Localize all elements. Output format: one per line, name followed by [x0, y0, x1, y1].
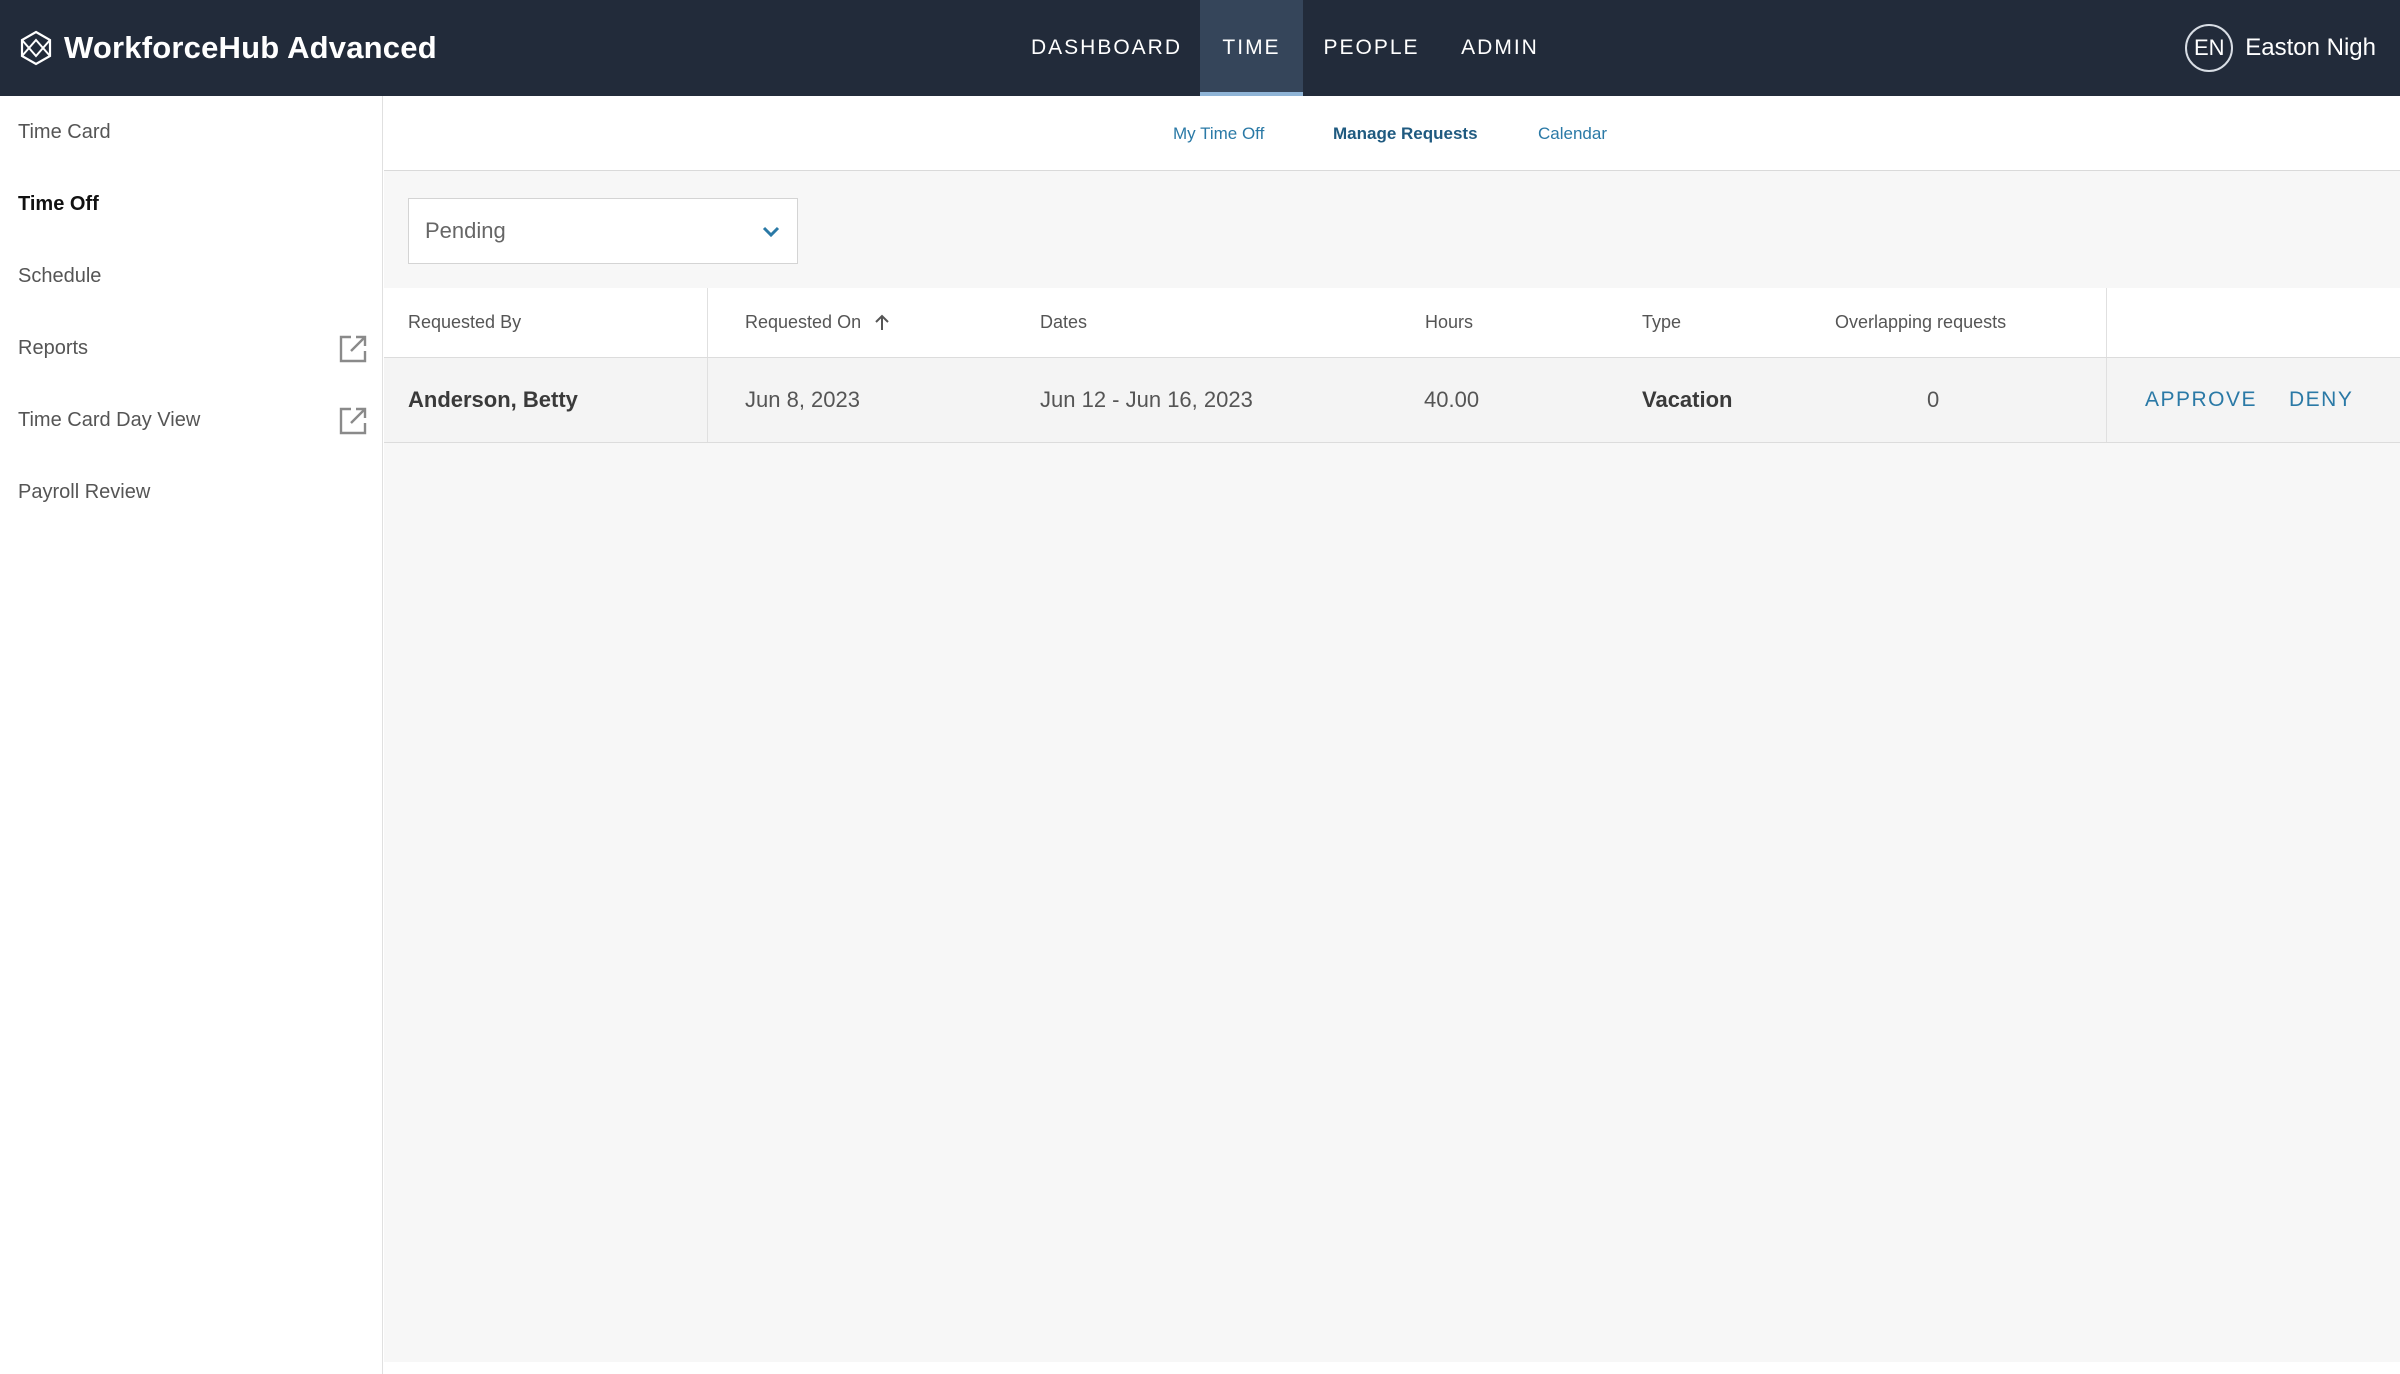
- sidebar-item-schedule[interactable]: Schedule: [0, 240, 382, 312]
- chevron-down-icon: [762, 226, 780, 238]
- column-divider: [2106, 358, 2107, 442]
- header-type[interactable]: Type: [1642, 288, 1681, 357]
- arrow-up-icon: [875, 314, 889, 330]
- sidebar-item-label: Time Off: [18, 192, 99, 215]
- status-filter-select[interactable]: Pending: [408, 198, 798, 264]
- table-row[interactable]: Anderson, Betty Jun 8, 2023 Jun 12 - Jun…: [384, 358, 2400, 443]
- user-name: Easton Nigh: [2245, 34, 2376, 61]
- sidebar-item-time-off[interactable]: Time Off: [0, 168, 382, 240]
- cell-requested-on: Jun 8, 2023: [745, 387, 860, 412]
- nav-admin[interactable]: ADMIN: [1440, 0, 1560, 96]
- top-bar: WorkforceHub Advanced DASHBOARD TIME PEO…: [0, 0, 2400, 96]
- nav-dashboard[interactable]: DASHBOARD: [1013, 0, 1200, 96]
- sidebar-item-label: Time Card: [18, 120, 111, 143]
- nav-time[interactable]: TIME: [1200, 0, 1303, 96]
- external-link-icon[interactable]: [338, 334, 368, 364]
- nav-people[interactable]: PEOPLE: [1303, 0, 1440, 96]
- column-divider: [707, 358, 708, 442]
- header-dates[interactable]: Dates: [1040, 288, 1087, 357]
- deny-button[interactable]: DENY: [2289, 358, 2353, 442]
- column-divider: [2106, 288, 2107, 357]
- app-title: WorkforceHub Advanced: [64, 30, 437, 65]
- status-filter-value: Pending: [425, 218, 506, 243]
- cell-dates: Jun 12 - Jun 16, 2023: [1040, 387, 1253, 412]
- brand[interactable]: WorkforceHub Advanced: [18, 0, 437, 96]
- sidebar-item-label: Time Card Day View: [18, 408, 201, 431]
- sidebar-item-time-card[interactable]: Time Card: [0, 96, 382, 168]
- sub-nav: My Time Off Manage Requests Calendar: [384, 96, 2400, 171]
- sidebar-item-label: Schedule: [18, 264, 102, 287]
- cell-type: Vacation: [1642, 387, 1733, 412]
- main-nav: DASHBOARD TIME PEOPLE ADMIN: [1013, 0, 1560, 96]
- sidebar: Time Card Time Off Schedule Reports Time…: [0, 96, 383, 1374]
- avatar: EN: [2185, 24, 2234, 72]
- header-requested-on-label: Requested On: [745, 312, 862, 332]
- sidebar-item-label: Reports: [18, 336, 89, 359]
- workforcehub-logo-icon: [20, 30, 52, 66]
- user-menu[interactable]: EN Easton Nigh: [2185, 0, 2376, 96]
- column-divider: [707, 288, 708, 357]
- header-overlapping-requests[interactable]: Overlapping requests: [1835, 288, 2006, 357]
- cell-hours: 40.00: [1424, 387, 1480, 412]
- external-link-icon[interactable]: [338, 406, 368, 436]
- table-header: Requested By Requested On Dates Hours Ty…: [384, 288, 2400, 358]
- requests-table: Requested By Requested On Dates Hours Ty…: [384, 288, 2400, 443]
- cell-requested-by: Anderson, Betty: [408, 387, 578, 412]
- header-requested-on[interactable]: Requested On: [745, 288, 891, 357]
- header-requested-by[interactable]: Requested By: [408, 288, 521, 357]
- sidebar-item-reports[interactable]: Reports: [0, 312, 382, 384]
- tab-calendar[interactable]: Calendar: [1538, 96, 1607, 171]
- header-hours[interactable]: Hours: [1425, 288, 1473, 357]
- tab-my-time-off[interactable]: My Time Off: [1173, 96, 1264, 171]
- tab-manage-requests[interactable]: Manage Requests: [1333, 96, 1478, 171]
- sidebar-item-label: Payroll Review: [18, 480, 151, 503]
- sidebar-item-payroll-review[interactable]: Payroll Review: [0, 456, 382, 528]
- sidebar-item-time-card-day-view[interactable]: Time Card Day View: [0, 384, 382, 456]
- main-content: My Time Off Manage Requests Calendar Pen…: [384, 96, 2400, 1362]
- approve-button[interactable]: APPROVE: [2145, 358, 2257, 442]
- cell-overlapping-requests: 0: [1927, 387, 1940, 412]
